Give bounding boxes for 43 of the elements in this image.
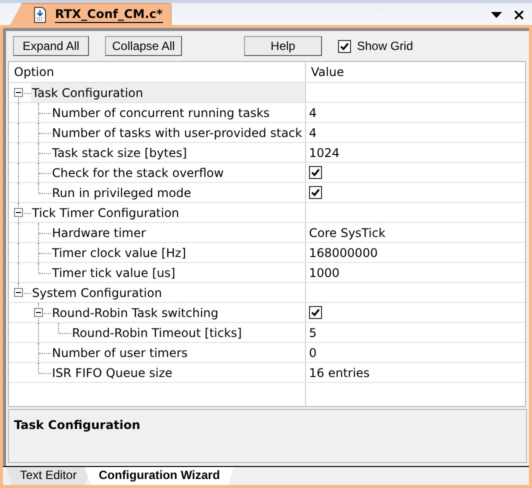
file-icon [33, 6, 47, 22]
option-label[interactable]: Timer clock value [Hz] [52, 246, 186, 260]
option-label[interactable]: Run in privileged mode [52, 186, 192, 200]
column-header[interactable]: Option [9, 62, 306, 82]
dropdown-icon[interactable] [491, 12, 502, 18]
value-cell[interactable]: 5 [309, 326, 317, 340]
close-icon[interactable] [514, 10, 524, 20]
checkbox-label[interactable]: Show Grid [357, 39, 414, 53]
option-label[interactable]: Timer tick value [us] [52, 266, 176, 280]
value-cell[interactable]: Core SysTick [309, 226, 386, 240]
option-label[interactable]: Number of concurrent running tasks [52, 106, 270, 120]
option-label[interactable]: Task stack size [bytes] [52, 146, 187, 160]
column-header[interactable]: Value [306, 62, 525, 82]
value-cell[interactable]: 1000 [309, 266, 340, 280]
value-cell[interactable]: 1024 [309, 146, 340, 160]
show-grid-checkbox[interactable] [338, 40, 351, 52]
description-text: Task Configuration [14, 418, 140, 432]
option-label[interactable]: Tick Timer Configuration [32, 206, 180, 220]
option-label[interactable]: Round-Robin Task switching [52, 306, 218, 320]
option-label[interactable]: Round-Robin Timeout [ticks] [72, 326, 242, 340]
value-cell[interactable]: 0 [309, 346, 317, 360]
collapse-icon[interactable] [14, 208, 23, 217]
value-cell[interactable]: 16 entries [309, 366, 370, 380]
toolbar-button[interactable]: Help [244, 36, 322, 56]
toolbar-button[interactable]: Collapse All [105, 36, 182, 56]
value-cell[interactable]: 4 [309, 126, 317, 140]
value-checkbox[interactable] [309, 166, 322, 179]
toolbar-button[interactable]: Expand All [13, 36, 89, 56]
value-checkbox[interactable] [309, 186, 322, 199]
option-label[interactable]: System Configuration [32, 286, 162, 300]
collapse-icon[interactable] [14, 88, 23, 97]
collapse-icon[interactable] [14, 288, 23, 297]
editor-mode-tab[interactable]: Configuration Wizard [84, 467, 234, 485]
option-label[interactable]: Check for the stack overflow [52, 166, 224, 180]
option-label[interactable]: Hardware timer [52, 226, 146, 240]
value-cell[interactable]: 168000000 [309, 246, 378, 260]
option-label[interactable]: Number of tasks with user-provided stack [52, 126, 302, 140]
option-label[interactable]: ISR FIFO Queue size [52, 366, 172, 380]
value-cell[interactable]: 4 [309, 106, 317, 120]
value-checkbox[interactable] [309, 306, 322, 319]
collapse-icon[interactable] [34, 308, 43, 317]
option-label[interactable]: Number of user timers [52, 346, 188, 360]
file-tab[interactable]: RTX_Conf_CM.c* [10, 3, 172, 25]
